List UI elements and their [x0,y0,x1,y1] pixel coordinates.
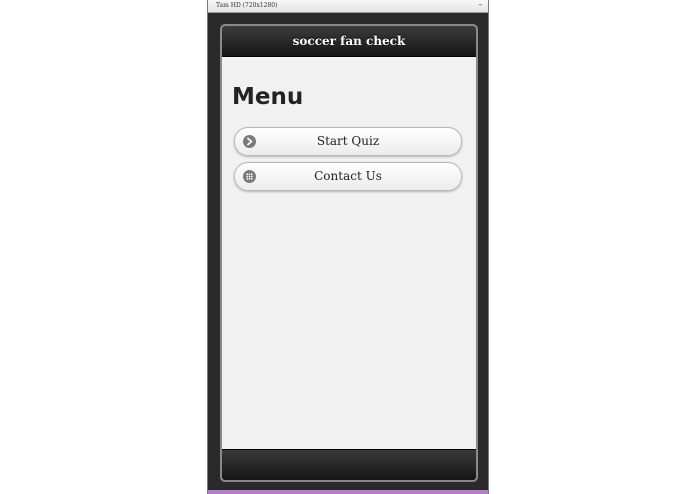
contact-us-button[interactable]: Contact Us [234,162,462,191]
menu-content: Menu Start Quiz Contact Us [222,57,476,450]
contact-us-label: Contact Us [314,169,382,183]
emulator-window: Tam HD (720x1280) – soccer fan check Men… [207,0,489,494]
device-screen: soccer fan check Menu Start Quiz Contact… [220,24,478,482]
start-quiz-button[interactable]: Start Quiz [234,127,462,156]
app-header: soccer fan check [222,26,476,57]
app-footer [222,449,476,480]
page-heading: Menu [232,84,304,110]
window-bottom-accent [208,490,488,494]
app-title: soccer fan check [292,34,406,48]
window-titlebar[interactable]: Tam HD (720x1280) – [208,0,488,13]
minimize-button[interactable]: – [476,0,485,11]
window-title: Tam HD (720x1280) [216,2,278,9]
start-quiz-label: Start Quiz [316,134,380,148]
